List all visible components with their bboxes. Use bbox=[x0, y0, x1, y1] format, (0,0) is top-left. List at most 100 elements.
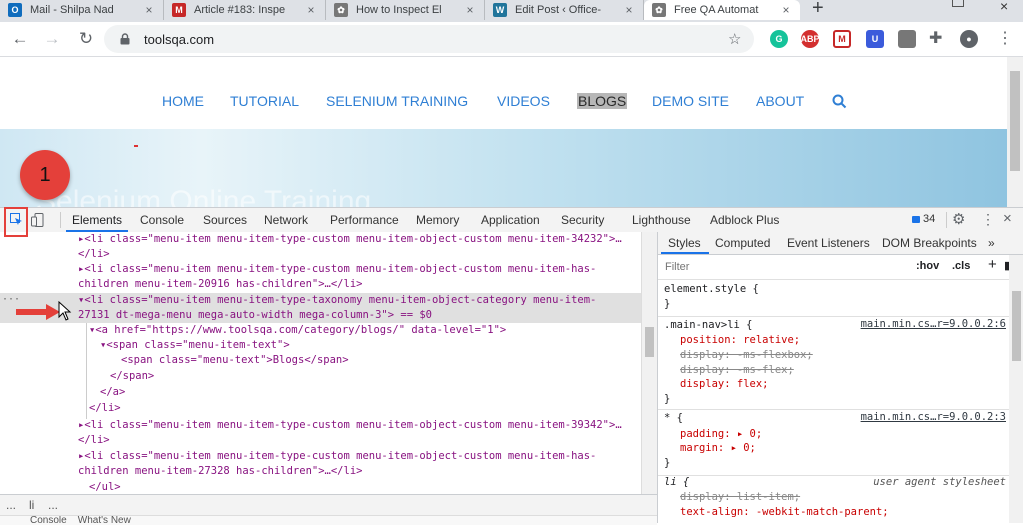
tab-network[interactable]: Network bbox=[264, 213, 308, 227]
dom-node[interactable]: </li> bbox=[0, 401, 641, 416]
extension-shield-icon[interactable]: M bbox=[833, 30, 851, 48]
breadcrumb-item[interactable]: ... bbox=[6, 498, 16, 512]
nav-demo-site[interactable]: DEMO SITE bbox=[652, 93, 729, 109]
device-toolbar-icon[interactable] bbox=[31, 213, 45, 227]
styles-filter-input[interactable] bbox=[663, 258, 907, 276]
back-button[interactable]: ← bbox=[8, 27, 32, 51]
extension-icon[interactable] bbox=[898, 30, 916, 48]
tab-security[interactable]: Security bbox=[561, 213, 604, 227]
tab-performance[interactable]: Performance bbox=[330, 213, 399, 227]
dom-node[interactable]: children menu-item-27328 has-children">…… bbox=[0, 464, 641, 479]
tab-computed[interactable]: Computed bbox=[715, 236, 770, 250]
grammarly-icon[interactable]: G bbox=[770, 30, 788, 48]
rule-selector[interactable]: * { bbox=[664, 411, 683, 426]
bookmark-star-icon[interactable]: ☆ bbox=[728, 30, 741, 48]
restore-window-icon[interactable] bbox=[952, 0, 964, 7]
dom-node[interactable]: <span class="menu-text">Blogs</span> bbox=[0, 353, 641, 368]
tab-sources[interactable]: Sources bbox=[203, 213, 247, 227]
css-property-overridden[interactable]: display: list-item; bbox=[680, 490, 800, 505]
dom-node[interactable]: ▸<li class="menu-item menu-item-type-cus… bbox=[0, 449, 641, 464]
new-tab-button[interactable]: + bbox=[812, 0, 824, 20]
css-property[interactable]: text-align: -webkit-match-parent; bbox=[680, 505, 889, 520]
dom-node[interactable]: ▾<a href="https://www.toolsqa.com/catego… bbox=[0, 323, 641, 338]
close-window-icon[interactable]: × bbox=[1000, 0, 1008, 14]
close-icon[interactable]: × bbox=[778, 3, 794, 17]
rule-source-link[interactable]: main.min.cs…r=9.0.0.2:3 bbox=[861, 411, 1006, 423]
element-style-selector[interactable]: element.style { bbox=[664, 282, 759, 297]
profile-avatar-icon[interactable]: ● bbox=[960, 30, 978, 48]
hover-state-toggle[interactable]: :hov bbox=[916, 260, 939, 272]
close-icon[interactable]: × bbox=[621, 3, 637, 17]
styles-scrollbar[interactable] bbox=[1009, 255, 1023, 523]
nav-about[interactable]: ABOUT bbox=[756, 93, 804, 109]
tab-adblock-plus[interactable]: Adblock Plus bbox=[710, 213, 779, 227]
page-scrollbar[interactable] bbox=[1007, 57, 1023, 207]
dom-node[interactable]: ▸<li class="menu-item menu-item-type-cus… bbox=[0, 262, 641, 277]
browser-menu-icon[interactable]: ⋮ bbox=[997, 28, 1013, 48]
dom-node-selected[interactable]: 27131 dt-mega-menu mega-auto-width mega-… bbox=[0, 308, 641, 323]
dom-node[interactable]: ▾<span class="menu-item-text"> bbox=[0, 338, 641, 353]
tab-memory[interactable]: Memory bbox=[416, 213, 459, 227]
forward-button[interactable]: → bbox=[40, 27, 64, 51]
rule-selector[interactable]: .main-nav>li { bbox=[664, 318, 753, 333]
scrollbar-thumb[interactable] bbox=[645, 327, 654, 357]
tab-application[interactable]: Application bbox=[481, 213, 540, 227]
issues-counter[interactable]: 34 bbox=[912, 213, 935, 225]
dom-node[interactable]: </span> bbox=[0, 369, 641, 384]
browser-tab-active[interactable]: ✿ Free QA Automat × bbox=[644, 0, 800, 20]
new-rule-plus-icon[interactable]: + bbox=[988, 256, 997, 273]
dom-node-selected[interactable]: ▾<li class="menu-item menu-item-type-tax… bbox=[0, 293, 641, 308]
dom-node[interactable]: ▸<li class="menu-item menu-item-type-cus… bbox=[0, 418, 641, 433]
console-drawer[interactable]: Console What's New bbox=[0, 515, 657, 525]
nav-blogs-highlighted[interactable]: BLOGS bbox=[577, 93, 628, 109]
dom-node[interactable]: </ul> bbox=[0, 480, 641, 494]
dom-node[interactable]: </li> bbox=[0, 247, 641, 262]
tab-styles[interactable]: Styles bbox=[668, 236, 701, 250]
css-property[interactable]: margin: ▸ 0; bbox=[680, 441, 756, 456]
arrow-left-icon: ← bbox=[11, 29, 29, 48]
address-bar[interactable]: toolsqa.com ☆ bbox=[104, 25, 754, 53]
nav-home[interactable]: HOME bbox=[162, 93, 204, 109]
close-icon[interactable]: × bbox=[462, 3, 478, 17]
css-property-overridden[interactable]: display: -ms-flex; bbox=[680, 363, 794, 378]
css-property[interactable]: position: relative; bbox=[680, 333, 800, 348]
dom-node[interactable]: </a> bbox=[0, 385, 641, 400]
tab-lighthouse[interactable]: Lighthouse bbox=[632, 213, 691, 227]
css-property[interactable]: display: flex; bbox=[680, 377, 769, 392]
devtools-menu-icon[interactable]: ⋮ bbox=[981, 211, 995, 228]
rule-selector[interactable]: li { bbox=[664, 475, 689, 490]
dom-node[interactable]: ▸<li class="menu-item menu-item-type-cus… bbox=[0, 232, 641, 247]
nav-videos[interactable]: VIDEOS bbox=[497, 93, 550, 109]
close-devtools-icon[interactable]: × bbox=[1003, 210, 1012, 227]
dom-node[interactable]: children menu-item-20916 has-children">…… bbox=[0, 277, 641, 292]
puzzle-extensions-icon[interactable]: ✚ bbox=[929, 28, 942, 48]
dom-node[interactable]: </li> bbox=[0, 433, 641, 448]
nav-tutorial[interactable]: TUTORIAL bbox=[230, 93, 299, 109]
bitwarden-icon[interactable]: U bbox=[866, 30, 884, 48]
browser-tab[interactable]: M Article #183: Inspe × bbox=[164, 0, 326, 20]
breadcrumb-item[interactable]: ... bbox=[48, 498, 58, 512]
close-icon[interactable]: × bbox=[141, 3, 157, 17]
css-property[interactable]: padding: ▸ 0; bbox=[680, 427, 762, 442]
settings-gear-icon[interactable]: ⚙ bbox=[952, 210, 965, 228]
search-icon[interactable] bbox=[832, 94, 847, 109]
breadcrumb-item[interactable]: li bbox=[29, 498, 34, 512]
close-icon[interactable]: × bbox=[303, 3, 319, 17]
tab-dom-breakpoints[interactable]: DOM Breakpoints bbox=[882, 236, 977, 250]
nav-selenium-training[interactable]: SELENIUM TRAINING bbox=[326, 93, 468, 109]
css-property-overridden[interactable]: display: -ms-flexbox; bbox=[680, 348, 813, 363]
dom-scrollbar[interactable] bbox=[641, 232, 657, 494]
reload-button[interactable]: ↻ bbox=[74, 27, 98, 51]
tab-elements[interactable]: Elements bbox=[72, 213, 122, 227]
rule-source-link[interactable]: main.min.cs…r=9.0.0.2:6 bbox=[861, 318, 1006, 330]
browser-tab[interactable]: W Edit Post ‹ Office- × bbox=[485, 0, 644, 20]
class-toggle[interactable]: .cls bbox=[952, 260, 970, 272]
browser-tab[interactable]: O Mail - Shilpa Nad × bbox=[0, 0, 164, 20]
adblock-plus-icon[interactable]: ABP bbox=[801, 30, 820, 48]
more-tabs-chevron-icon[interactable]: » bbox=[988, 236, 995, 250]
scrollbar-thumb[interactable] bbox=[1012, 291, 1021, 361]
tab-console[interactable]: Console bbox=[140, 213, 184, 227]
scrollbar-thumb[interactable] bbox=[1010, 71, 1020, 171]
tab-event-listeners[interactable]: Event Listeners bbox=[787, 236, 870, 250]
browser-tab[interactable]: ✿ How to Inspect El × bbox=[326, 0, 485, 20]
